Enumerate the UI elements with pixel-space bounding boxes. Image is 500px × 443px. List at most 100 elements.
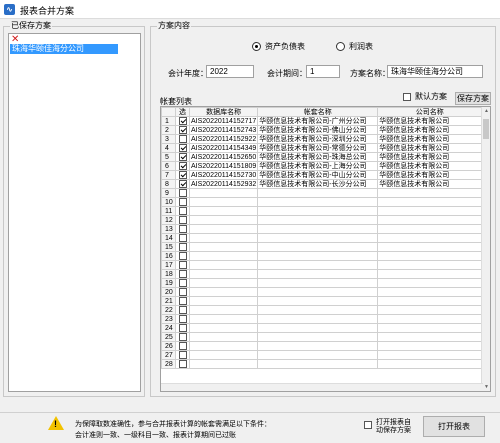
table-row[interactable]: 2 AIS20220114152743 华颐信息技术有限公司-佛山分公司 华颐信息技术… <box>161 125 483 135</box>
row-select-checkbox[interactable] <box>175 278 190 288</box>
row-checkbox[interactable] <box>178 162 187 170</box>
grid-vertical-scrollbar[interactable]: ▲ ▼ <box>481 107 490 391</box>
row-checkbox[interactable] <box>178 288 187 296</box>
grid-horizontal-scrollbar[interactable] <box>161 383 483 391</box>
table-row[interactable]: 12 <box>161 215 483 225</box>
row-select-checkbox[interactable] <box>175 170 190 180</box>
header-account-set-name[interactable]: 帐套名称 <box>257 107 379 117</box>
account-sets-grid[interactable]: 选 数据库名称 帐套名称 公司名称 1 AIS20220114152717 华颐信息… <box>160 106 491 392</box>
row-checkbox[interactable] <box>178 117 187 125</box>
fiscal-period-input[interactable]: 1 <box>306 65 340 78</box>
row-select-checkbox[interactable] <box>175 242 190 252</box>
row-select-checkbox[interactable] <box>175 116 190 126</box>
table-row[interactable]: 17 <box>161 260 483 270</box>
row-checkbox[interactable] <box>178 324 187 332</box>
scroll-up-icon[interactable]: ▲ <box>484 108 489 114</box>
table-row[interactable]: 3 AIS20220114152922 华颐信息技术有限公司-深圳分公司 华颐信息技术… <box>161 134 483 144</box>
row-checkbox[interactable] <box>178 234 187 242</box>
row-checkbox[interactable] <box>178 198 187 206</box>
saved-schemes-list[interactable]: ✕ 珠海华颐佳海分公司 <box>8 33 141 392</box>
row-select-checkbox[interactable] <box>175 143 190 153</box>
row-select-checkbox[interactable] <box>175 341 190 351</box>
delete-icon[interactable]: ✕ <box>11 35 20 45</box>
table-row[interactable]: 11 <box>161 206 483 216</box>
row-checkbox[interactable] <box>178 135 187 143</box>
open-report-button[interactable]: 打开报表 <box>423 416 485 437</box>
row-select-checkbox[interactable] <box>175 197 190 207</box>
row-checkbox[interactable] <box>178 315 187 323</box>
row-checkbox[interactable] <box>178 171 187 179</box>
row-select-checkbox[interactable] <box>175 323 190 333</box>
scroll-thumb[interactable] <box>483 119 489 139</box>
radio-income-statement[interactable]: 利润表 <box>336 40 373 52</box>
row-checkbox[interactable] <box>178 207 187 215</box>
row-select-checkbox[interactable] <box>175 161 190 171</box>
table-row[interactable]: 20 <box>161 287 483 297</box>
row-select-checkbox[interactable] <box>175 260 190 270</box>
row-checkbox[interactable] <box>178 306 187 314</box>
radio-income-statement-indicator[interactable] <box>336 41 345 51</box>
table-row[interactable]: 25 <box>161 332 483 342</box>
table-row[interactable]: 28 <box>161 359 483 369</box>
row-select-checkbox[interactable] <box>175 179 190 189</box>
header-select[interactable]: 选 <box>175 107 190 117</box>
row-checkbox[interactable] <box>178 261 187 269</box>
header-company-name[interactable]: 公司名称 <box>377 107 483 117</box>
radio-balance-sheet[interactable]: 资产负债表 <box>252 40 305 52</box>
table-row[interactable]: 22 <box>161 305 483 315</box>
row-select-checkbox[interactable] <box>175 251 190 261</box>
table-row[interactable]: 27 <box>161 350 483 360</box>
table-row[interactable]: 4 AIS20220114154349 华颐信息技术有限公司-常德分公司 华颐信息技术… <box>161 143 483 153</box>
table-row[interactable]: 5 AIS20220114152650 华颐信息技术有限公司-珠海总公司 华颐信息技术… <box>161 152 483 162</box>
row-checkbox[interactable] <box>178 126 187 134</box>
row-select-checkbox[interactable] <box>175 296 190 306</box>
row-select-checkbox[interactable] <box>175 332 190 342</box>
row-checkbox[interactable] <box>178 360 187 368</box>
scroll-down-icon[interactable]: ▼ <box>484 384 489 390</box>
table-row[interactable]: 19 <box>161 278 483 288</box>
saved-scheme-item[interactable]: 珠海华颐佳海分公司 <box>10 44 118 54</box>
row-checkbox[interactable] <box>178 351 187 359</box>
row-select-checkbox[interactable] <box>175 233 190 243</box>
table-row[interactable]: 7 AIS20220114152730 华颐信息技术有限公司-中山分公司 华颐信息技术… <box>161 170 483 180</box>
row-select-checkbox[interactable] <box>175 188 190 198</box>
row-checkbox[interactable] <box>178 144 187 152</box>
row-checkbox[interactable] <box>178 297 187 305</box>
table-row[interactable]: 14 <box>161 233 483 243</box>
header-database-name[interactable]: 数据库名称 <box>188 107 259 117</box>
table-row[interactable]: 9 <box>161 188 483 198</box>
row-checkbox[interactable] <box>178 243 187 251</box>
table-row[interactable]: 18 <box>161 269 483 279</box>
table-row[interactable]: 8 AIS20220114152932 华颐信息技术有限公司-长沙分公司 华颐信息技术… <box>161 179 483 189</box>
row-select-checkbox[interactable] <box>175 125 190 135</box>
table-row[interactable]: 13 <box>161 224 483 234</box>
row-select-checkbox[interactable] <box>175 134 190 144</box>
row-checkbox[interactable] <box>178 342 187 350</box>
table-row[interactable]: 21 <box>161 296 483 306</box>
auto-save-toggle[interactable]: 打开报表自 动保存方案 <box>364 419 411 435</box>
row-select-checkbox[interactable] <box>175 206 190 216</box>
scheme-name-input[interactable]: 珠海华颐佳海分公司 <box>387 65 483 78</box>
row-checkbox[interactable] <box>178 216 187 224</box>
row-checkbox[interactable] <box>178 225 187 233</box>
save-scheme-button[interactable]: 保存方案 <box>455 92 491 105</box>
row-select-checkbox[interactable] <box>175 215 190 225</box>
table-row[interactable]: 6 AIS20220114151809 华颐信息技术有限公司-上海分公司 华颐信息技术… <box>161 161 483 171</box>
auto-save-checkbox[interactable] <box>364 421 372 429</box>
row-checkbox[interactable] <box>178 252 187 260</box>
table-row[interactable]: 26 <box>161 341 483 351</box>
row-select-checkbox[interactable] <box>175 269 190 279</box>
table-row[interactable]: 15 <box>161 242 483 252</box>
row-checkbox[interactable] <box>178 270 187 278</box>
row-checkbox[interactable] <box>178 333 187 341</box>
row-select-checkbox[interactable] <box>175 152 190 162</box>
table-row[interactable]: 1 AIS20220114152717 华颐信息技术有限公司-广州分公司 华颐信息技术… <box>161 116 483 126</box>
row-checkbox[interactable] <box>178 180 187 188</box>
row-select-checkbox[interactable] <box>175 350 190 360</box>
default-scheme-checkbox[interactable] <box>403 92 411 101</box>
table-row[interactable]: 24 <box>161 323 483 333</box>
table-row[interactable]: 16 <box>161 251 483 261</box>
row-checkbox[interactable] <box>178 153 187 161</box>
default-scheme-toggle[interactable]: 默认方案 <box>403 91 447 102</box>
row-select-checkbox[interactable] <box>175 314 190 324</box>
